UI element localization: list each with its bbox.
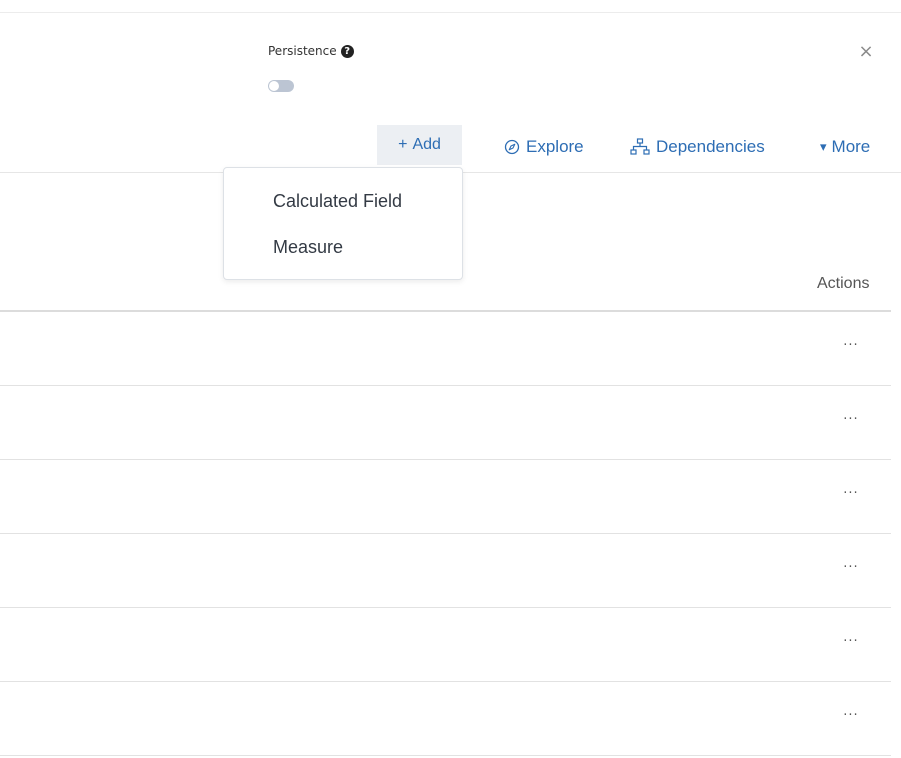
row-actions-menu[interactable]: ···	[840, 410, 862, 430]
persistence-label: Persistence	[268, 44, 337, 58]
explore-button[interactable]: Explore	[504, 133, 584, 161]
compass-icon	[504, 139, 520, 155]
row-actions-menu[interactable]: ···	[840, 632, 862, 652]
row-actions-menu[interactable]: ···	[840, 706, 862, 726]
explore-label: Explore	[526, 137, 584, 156]
add-button[interactable]: + Add	[377, 125, 462, 165]
dependencies-button[interactable]: Dependencies	[630, 133, 765, 161]
edit-panel: Persistence ? × + Add Explore Dependenci…	[0, 0, 901, 758]
caret-down-icon: ▾	[820, 139, 827, 154]
row-actions-menu[interactable]: ···	[840, 484, 862, 504]
menu-item-calculated-field[interactable]: Calculated Field	[273, 186, 402, 216]
table-row: ···	[0, 460, 891, 534]
persistence-label-row: Persistence ?	[268, 42, 354, 60]
more-button[interactable]: ▾ More	[820, 133, 870, 161]
more-label: More	[831, 137, 871, 156]
add-button-label: Add	[412, 136, 441, 153]
question-circle-icon[interactable]: ?	[340, 44, 354, 58]
toggle-knob	[269, 81, 279, 91]
sitemap-icon	[630, 138, 650, 155]
dependencies-label: Dependencies	[656, 137, 765, 156]
close-icon[interactable]: ×	[856, 40, 876, 64]
row-actions-menu[interactable]: ···	[840, 336, 862, 356]
plus-icon: +	[398, 136, 408, 153]
table-row: ···	[0, 534, 891, 608]
row-actions-menu[interactable]: ···	[840, 558, 862, 578]
table-row: ···	[0, 608, 891, 682]
menu-item-measure[interactable]: Measure	[273, 232, 343, 262]
table-row: ···	[0, 682, 891, 756]
top-divider	[0, 12, 901, 13]
table-row: ···	[0, 312, 891, 386]
table-row: ···	[0, 386, 891, 460]
actions-column-header: Actions	[817, 275, 870, 292]
persistence-setting: Persistence ?	[268, 42, 354, 92]
add-dropdown-menu: Calculated Field Measure	[223, 167, 463, 280]
persistence-toggle[interactable]	[268, 80, 294, 92]
